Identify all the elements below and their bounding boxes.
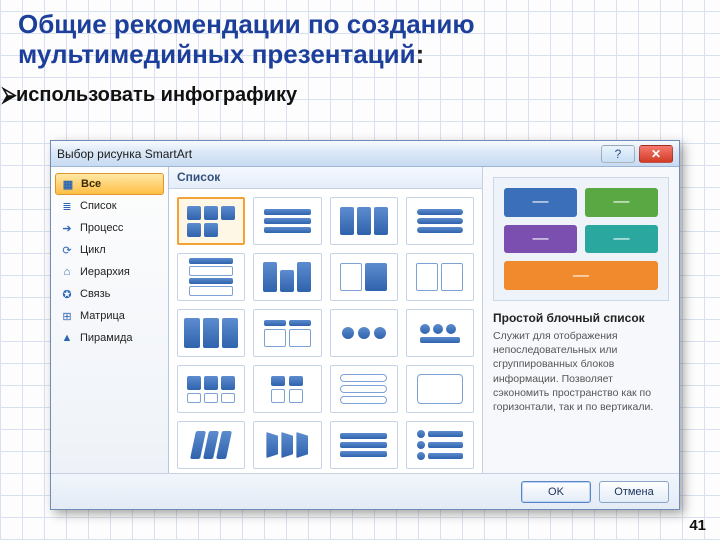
slide-title: Общие рекомендации по созданию мультимед… <box>0 0 720 72</box>
ok-button[interactable]: OK <box>521 481 591 503</box>
slide-bullet: ⮚использовать инфографику <box>0 72 720 117</box>
preview-tile: — <box>585 188 658 217</box>
gallery-thumb[interactable] <box>177 253 245 301</box>
gallery-thumb[interactable] <box>330 197 398 245</box>
gallery-thumb[interactable] <box>253 309 321 357</box>
category-label: Пирамида <box>80 332 133 344</box>
category-label: Список <box>80 200 117 212</box>
gallery-thumb[interactable] <box>253 253 321 301</box>
gallery-panel: Список <box>169 167 483 473</box>
category-list: ▦ Все ≣ Список ➔ Процесс ⟳ Цикл ⌂ Иерархия ✪ Связь ⊞… <box>51 167 169 473</box>
preview-canvas: — — — — — <box>493 177 669 301</box>
category-label: Цикл <box>80 244 106 256</box>
category-icon: ⊞ <box>60 309 74 323</box>
gallery-thumb[interactable] <box>330 309 398 357</box>
category-label: Связь <box>80 288 110 300</box>
category-item[interactable]: ▲ Пирамида <box>55 327 164 349</box>
gallery-thumb[interactable] <box>177 197 245 245</box>
close-icon: ✕ <box>651 147 661 161</box>
gallery-thumb[interactable] <box>253 197 321 245</box>
gallery-grid[interactable] <box>169 189 482 473</box>
category-item[interactable]: ▦ Все <box>55 173 164 195</box>
category-item[interactable]: ≣ Список <box>55 195 164 217</box>
help-icon: ? <box>615 147 622 161</box>
category-item[interactable]: ⟳ Цикл <box>55 239 164 261</box>
category-label: Матрица <box>80 310 125 322</box>
smartart-dialog: Выбор рисунка SmartArt ? ✕ ▦ Все ≣ Список ➔ П… <box>50 140 680 510</box>
preview-tile: — <box>504 225 577 254</box>
gallery-thumb[interactable] <box>330 421 398 469</box>
preview-tile: — <box>504 261 658 290</box>
gallery-thumb[interactable] <box>177 309 245 357</box>
gallery-thumb[interactable] <box>406 197 474 245</box>
preview-panel: — — — — — Простой блочный список Служит для … <box>483 167 679 473</box>
dialog-titlebar[interactable]: Выбор рисунка SmartArt ? ✕ <box>51 141 679 167</box>
category-label: Иерархия <box>80 266 130 278</box>
category-icon: ✪ <box>60 287 74 301</box>
gallery-header: Список <box>169 167 482 189</box>
gallery-thumb[interactable] <box>406 309 474 357</box>
preview-tile: — <box>504 188 577 217</box>
gallery-thumb[interactable] <box>406 421 474 469</box>
gallery-thumb[interactable] <box>406 253 474 301</box>
help-button[interactable]: ? <box>601 145 635 163</box>
close-button[interactable]: ✕ <box>639 145 673 163</box>
cancel-button[interactable]: Отмена <box>599 481 669 503</box>
gallery-thumb[interactable] <box>330 253 398 301</box>
gallery-thumb[interactable] <box>177 365 245 413</box>
category-item[interactable]: ➔ Процесс <box>55 217 164 239</box>
gallery-thumb[interactable] <box>253 421 321 469</box>
category-icon: ▦ <box>61 177 75 191</box>
category-icon: ⟳ <box>60 243 74 257</box>
gallery-thumb[interactable] <box>330 365 398 413</box>
category-item[interactable]: ⊞ Матрица <box>55 305 164 327</box>
category-item[interactable]: ✪ Связь <box>55 283 164 305</box>
preview-title: Простой блочный список <box>493 311 669 325</box>
gallery-thumb[interactable] <box>406 365 474 413</box>
category-item[interactable]: ⌂ Иерархия <box>55 261 164 283</box>
category-icon: ➔ <box>60 221 74 235</box>
category-icon: ≣ <box>60 199 74 213</box>
preview-tile: — <box>585 225 658 254</box>
gallery-thumb[interactable] <box>253 365 321 413</box>
dialog-title: Выбор рисунка SmartArt <box>57 147 192 161</box>
category-label: Все <box>81 178 101 190</box>
category-icon: ▲ <box>60 331 74 345</box>
dialog-footer: OK Отмена <box>51 473 679 509</box>
category-label: Процесс <box>80 222 123 234</box>
gallery-thumb[interactable] <box>177 421 245 469</box>
preview-description: Служит для отображения непоследовательны… <box>493 329 669 414</box>
category-icon: ⌂ <box>60 265 74 279</box>
page-number: 41 <box>689 517 706 534</box>
